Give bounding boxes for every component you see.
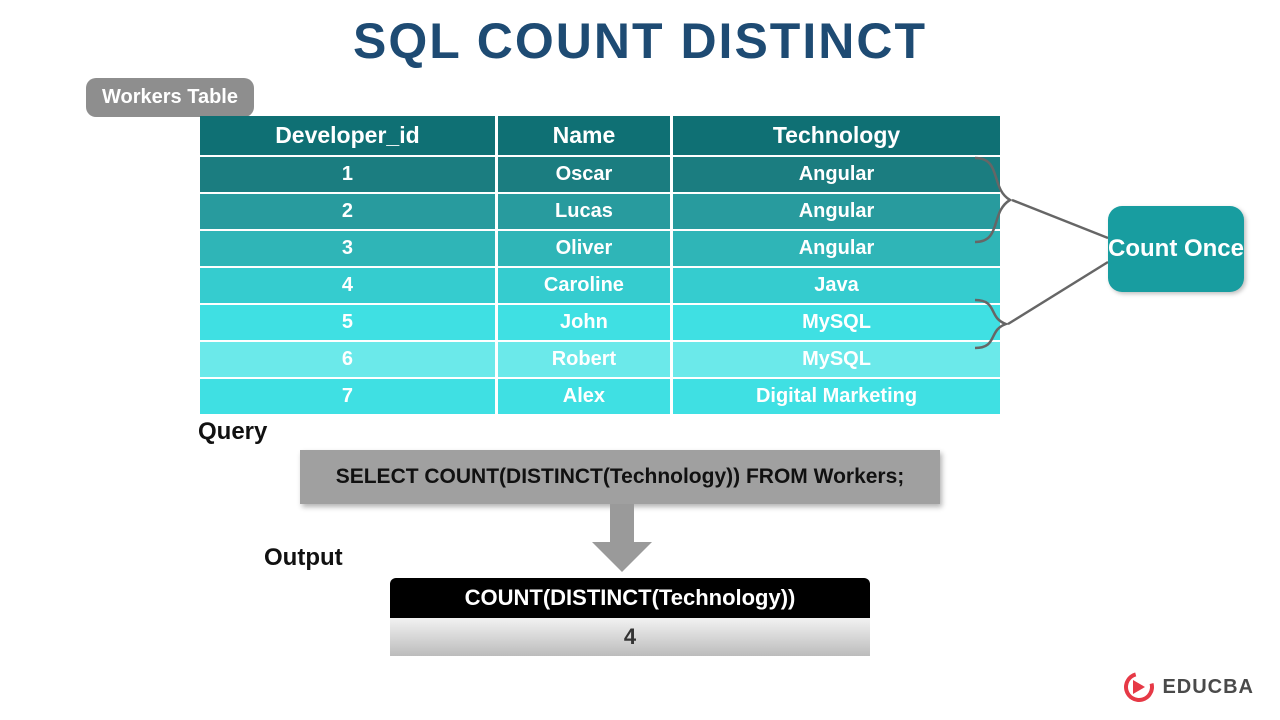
cell-tech: Angular	[672, 156, 1000, 193]
page-title: SQL COUNT DISTINCT	[0, 0, 1280, 70]
cell-id: 2	[200, 193, 496, 230]
cell-name: Lucas	[496, 193, 671, 230]
table-row: 6 Robert MySQL	[200, 341, 1000, 378]
workers-table-label: Workers Table	[86, 78, 254, 117]
col-name: Name	[496, 116, 671, 156]
table-row: 1 Oscar Angular	[200, 156, 1000, 193]
cell-tech: Java	[672, 267, 1000, 304]
cell-name: John	[496, 304, 671, 341]
cell-name: Robert	[496, 341, 671, 378]
cell-id: 4	[200, 267, 496, 304]
cell-id: 5	[200, 304, 496, 341]
col-technology: Technology	[672, 116, 1000, 156]
count-once-callout: Count Once	[1108, 206, 1244, 292]
cell-name: Oliver	[496, 230, 671, 267]
brand-logo: EDUCBA	[1124, 672, 1254, 702]
arrow-down-icon	[592, 504, 652, 576]
brand-text: EDUCBA	[1162, 676, 1254, 699]
cell-tech: MySQL	[672, 304, 1000, 341]
cell-name: Caroline	[496, 267, 671, 304]
cell-id: 7	[200, 378, 496, 414]
cell-name: Oscar	[496, 156, 671, 193]
cell-tech: Digital Marketing	[672, 378, 1000, 414]
cell-tech: Angular	[672, 193, 1000, 230]
cell-tech: Angular	[672, 230, 1000, 267]
table-row: 3 Oliver Angular	[200, 230, 1000, 267]
workers-table: Developer_id Name Technology 1 Oscar Ang…	[200, 116, 1000, 414]
cell-id: 1	[200, 156, 496, 193]
output-label: Output	[264, 544, 343, 572]
col-developer-id: Developer_id	[200, 116, 496, 156]
play-circle-icon	[1124, 672, 1154, 702]
query-box: SELECT COUNT(DISTINCT(Technology)) FROM …	[300, 450, 940, 504]
query-label: Query	[198, 418, 267, 446]
table-row: 5 John MySQL	[200, 304, 1000, 341]
output-value: 4	[390, 618, 870, 656]
output-header: COUNT(DISTINCT(Technology))	[390, 578, 870, 618]
table-row: 7 Alex Digital Marketing	[200, 378, 1000, 414]
cell-name: Alex	[496, 378, 671, 414]
cell-id: 3	[200, 230, 496, 267]
table-row: 2 Lucas Angular	[200, 193, 1000, 230]
cell-id: 6	[200, 341, 496, 378]
table-row: 4 Caroline Java	[200, 267, 1000, 304]
cell-tech: MySQL	[672, 341, 1000, 378]
